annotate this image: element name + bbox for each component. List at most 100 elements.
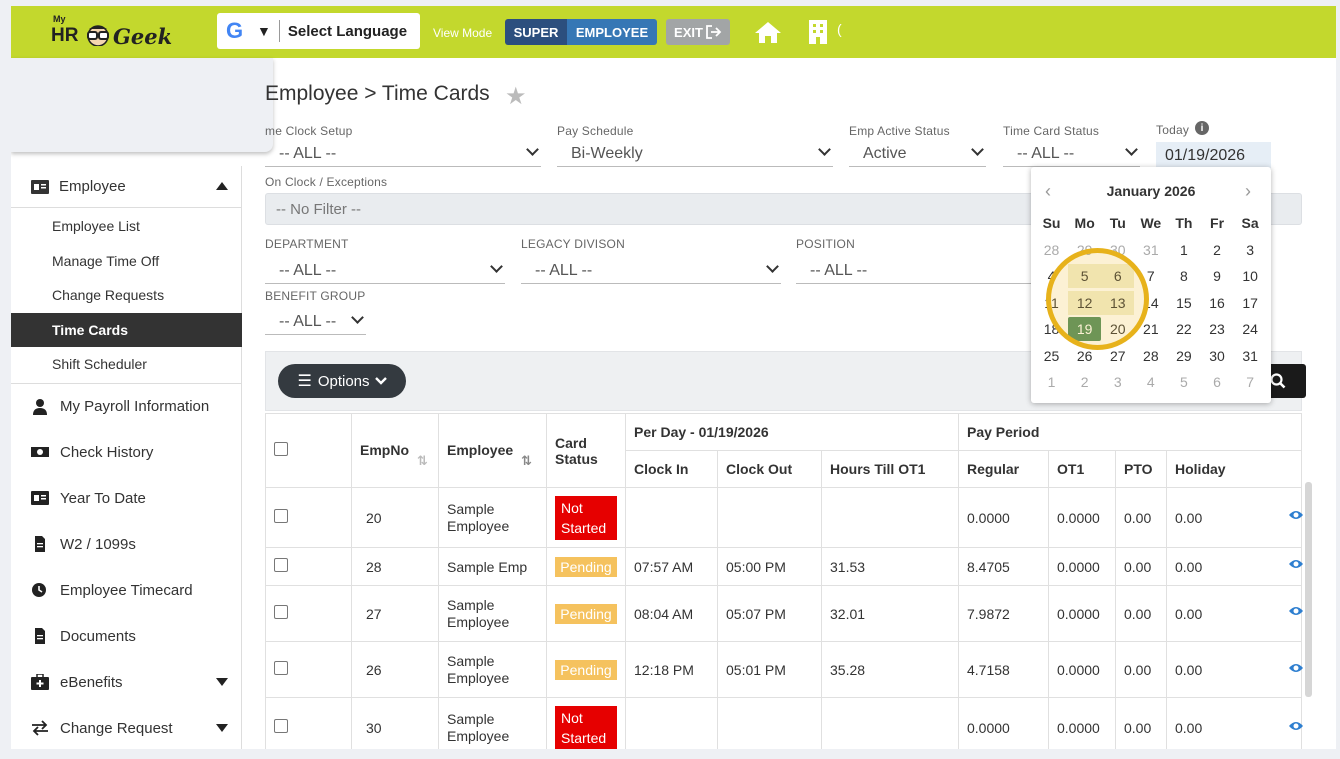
sidebar-item-employee-timecard[interactable]: Employee Timecard xyxy=(11,567,242,613)
row-checkbox[interactable] xyxy=(274,509,288,523)
view-super-button[interactable]: SUPER xyxy=(505,19,567,45)
sidebar-section-employee[interactable]: Employee xyxy=(11,166,242,208)
status-badge: Pending xyxy=(555,603,617,624)
calendar-day[interactable]: 1 xyxy=(1167,238,1200,262)
select-all-checkbox[interactable] xyxy=(274,442,288,456)
calendar-day[interactable]: 9 xyxy=(1200,264,1233,288)
sidebar-item-employee-list[interactable]: Employee List xyxy=(11,209,242,243)
options-button[interactable]: ☰ Options xyxy=(278,364,406,398)
sidebar-item-check-history[interactable]: Check History xyxy=(11,429,242,475)
search-button[interactable] xyxy=(1266,364,1306,398)
calendar-day[interactable]: 8 xyxy=(1167,264,1200,288)
calendar-day[interactable]: 2 xyxy=(1068,370,1101,394)
home-icon[interactable] xyxy=(754,20,782,44)
row-checkbox[interactable] xyxy=(274,719,288,733)
caret-up-icon[interactable] xyxy=(216,182,228,190)
emp-active-status-select[interactable]: Active xyxy=(849,141,986,167)
eye-icon[interactable] xyxy=(1288,509,1304,521)
sidebar-item-label: Year To Date xyxy=(60,489,146,507)
language-selector[interactable]: G ▼ Select Language xyxy=(217,13,420,49)
sidebar-item-time-cards[interactable]: Time Cards xyxy=(11,313,242,347)
employee-cell[interactable]: Sample Employee xyxy=(438,487,547,548)
position-select[interactable]: -- ALL -- xyxy=(796,258,1036,284)
logo[interactable]: My HR Geek xyxy=(49,14,172,49)
sidebar-item-ebenefits[interactable]: eBenefits xyxy=(11,659,242,705)
exit-button[interactable]: EXIT xyxy=(666,19,730,45)
row-checkbox[interactable] xyxy=(274,661,288,675)
info-icon[interactable]: i xyxy=(1195,121,1209,135)
today-date-input[interactable]: 01/19/2026 xyxy=(1156,142,1271,170)
caret-down-icon[interactable] xyxy=(216,678,228,686)
calendar-day[interactable]: 1 xyxy=(1035,370,1068,394)
status-cell: Pending xyxy=(546,641,626,698)
employee-cell[interactable]: Sample Employee xyxy=(438,697,547,749)
row-checkbox[interactable] xyxy=(274,558,288,572)
calendar-day[interactable]: 31 xyxy=(1234,344,1267,368)
table-row[interactable]: 26 Sample Employee Pending 12:18 PM 05:0… xyxy=(265,641,1302,698)
view-employee-button[interactable]: EMPLOYEE xyxy=(567,19,657,45)
table-row[interactable]: 27 Sample Employee Pending 08:04 AM 05:0… xyxy=(265,585,1302,642)
building-icon[interactable] xyxy=(807,19,829,45)
truncated-text: ( xyxy=(837,21,842,37)
eye-icon[interactable] xyxy=(1288,662,1304,674)
col-employee[interactable]: Employee ⇅ xyxy=(438,413,547,488)
sidebar-item-my-payroll[interactable]: My Payroll Information xyxy=(11,383,242,429)
employee-cell[interactable]: Sample Employee xyxy=(438,585,547,642)
employee-cell[interactable]: Sample Emp xyxy=(438,547,547,586)
calendar-day[interactable]: 25 xyxy=(1035,344,1068,368)
time-clock-setup-select[interactable]: -- ALL -- xyxy=(265,141,541,167)
table-row[interactable]: 30 Sample Employee Not Started 0.0000 0.… xyxy=(265,697,1302,749)
time-card-status-select[interactable]: -- ALL -- xyxy=(1003,141,1140,167)
sidebar-item-manage-time-off[interactable]: Manage Time Off xyxy=(11,244,242,278)
sort-icon[interactable]: ⇅ xyxy=(521,453,532,468)
select-value: Bi-Weekly xyxy=(571,144,643,162)
calendar-day[interactable]: 4 xyxy=(1134,370,1167,394)
calendar-day[interactable]: 3 xyxy=(1101,370,1134,394)
calendar-day[interactable]: 23 xyxy=(1200,317,1233,341)
table-row[interactable]: 28 Sample Emp Pending 07:57 AM 05:00 PM … xyxy=(265,547,1302,586)
next-month-button[interactable]: › xyxy=(1245,181,1251,202)
eye-icon[interactable] xyxy=(1288,605,1304,617)
sort-icon[interactable]: ⇅ xyxy=(417,453,428,468)
calendar-day[interactable]: 3 xyxy=(1234,238,1267,262)
col-empno[interactable]: EmpNo ⇅ xyxy=(351,413,439,488)
chevron-down-icon xyxy=(490,260,503,273)
sidebar-item-shift-scheduler[interactable]: Shift Scheduler xyxy=(11,347,242,381)
sidebar-item-w2-1099s[interactable]: W2 / 1099s xyxy=(11,521,242,567)
benefit-group-select[interactable]: -- ALL -- xyxy=(265,309,366,335)
department-select[interactable]: -- ALL -- xyxy=(265,258,505,284)
clock-in-cell: 08:04 AM xyxy=(625,585,718,642)
eye-icon[interactable] xyxy=(1288,558,1304,570)
pay-schedule-select[interactable]: Bi-Weekly xyxy=(557,141,833,167)
calendar-day[interactable]: 24 xyxy=(1234,317,1267,341)
calendar-day[interactable]: 28 xyxy=(1134,344,1167,368)
employee-cell[interactable]: Sample Employee xyxy=(438,641,547,698)
table-row[interactable]: 20 Sample Employee Not Started 0.0000 0.… xyxy=(265,487,1302,548)
search-icon xyxy=(1270,373,1286,389)
calendar-day[interactable]: 29 xyxy=(1167,344,1200,368)
calendar-day[interactable]: 15 xyxy=(1167,291,1200,315)
eye-icon[interactable] xyxy=(1288,720,1304,732)
calendar-day[interactable]: 16 xyxy=(1200,291,1233,315)
calendar-day[interactable]: 17 xyxy=(1234,291,1267,315)
calendar-day[interactable]: 7 xyxy=(1234,370,1267,394)
sidebar-item-change-request[interactable]: Change Request xyxy=(11,705,242,749)
sidebar-item-documents[interactable]: Documents xyxy=(11,613,242,659)
vertical-scrollbar[interactable] xyxy=(1305,482,1312,697)
row-checkbox[interactable] xyxy=(274,605,288,619)
calendar-day[interactable]: 10 xyxy=(1234,264,1267,288)
calendar-day[interactable]: 22 xyxy=(1167,317,1200,341)
legacy-division-select[interactable]: -- ALL -- xyxy=(521,258,781,284)
sidebar-item-change-requests[interactable]: Change Requests xyxy=(11,278,242,312)
calendar-day[interactable]: 6 xyxy=(1200,370,1233,394)
calendar-day[interactable]: 2 xyxy=(1200,238,1233,262)
caret-down-icon[interactable] xyxy=(216,724,228,732)
calendar-day[interactable]: 31 xyxy=(1134,238,1167,262)
star-icon[interactable]: ★ xyxy=(505,82,527,111)
medkit-icon xyxy=(31,674,49,690)
calendar-day[interactable]: 30 xyxy=(1200,344,1233,368)
calendar-day[interactable]: 28 xyxy=(1035,238,1068,262)
sidebar-item-year-to-date[interactable]: Year To Date xyxy=(11,475,242,521)
calendar-day[interactable]: 5 xyxy=(1167,370,1200,394)
benefit-group-label: BENEFIT GROUP xyxy=(265,289,366,303)
